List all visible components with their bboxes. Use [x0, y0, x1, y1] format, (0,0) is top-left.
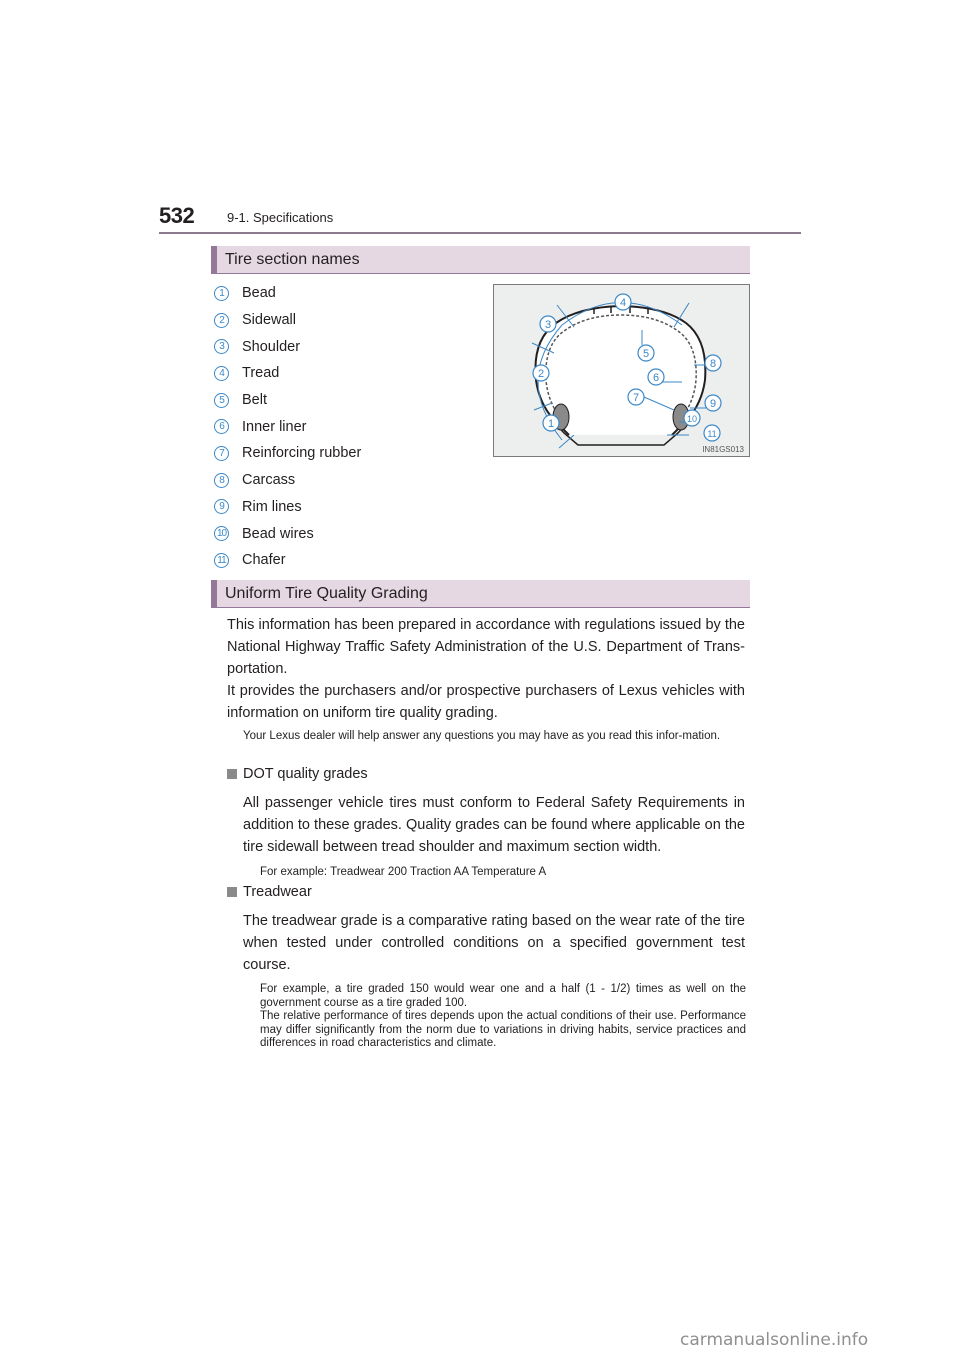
- svg-text:3: 3: [545, 319, 551, 331]
- callout-8: 8: [704, 354, 722, 372]
- list-item: 6 Inner liner: [214, 413, 361, 440]
- list-item-label: Bead wires: [242, 525, 314, 542]
- callout-9: 9: [704, 394, 722, 412]
- svg-text:9: 9: [710, 398, 716, 410]
- utqg-dealer-note: Your Lexus dealer will help answer any q…: [243, 730, 721, 742]
- list-item: 2 Sidewall: [214, 307, 361, 334]
- bullet-square-icon: [227, 769, 237, 779]
- diagram-code: IN81GS013: [702, 445, 744, 454]
- section-reference: 9-1. Specifications: [227, 210, 334, 225]
- svg-text:6: 6: [653, 372, 659, 384]
- page-number: 532: [159, 203, 195, 228]
- treadwear-performance-note: The relative performance of tires depend…: [260, 1010, 746, 1049]
- svg-text:5: 5: [643, 348, 649, 360]
- list-item: 10 Bead wires: [214, 520, 361, 547]
- section-heading-utqg: Uniform Tire Quality Grading: [211, 580, 750, 608]
- list-item-label: Reinforcing rubber: [242, 445, 362, 462]
- list-item: 4 Tread: [214, 360, 361, 387]
- section-heading-tire-names: Tire section names: [211, 246, 750, 274]
- number-badge-icon: 11: [214, 552, 229, 568]
- tire-cross-section-diagram: 1 2 3 4 5 6 7 8 9 10 11 IN81GS013: [493, 284, 750, 457]
- callout-10: 10: [683, 409, 701, 427]
- callout-11: 11: [703, 424, 721, 442]
- list-item: 1 Bead: [214, 280, 361, 307]
- list-item-label: Chafer: [242, 552, 286, 569]
- dot-grades-example: For example: Treadwear 200 Traction AA T…: [260, 866, 547, 878]
- number-badge-icon: 4: [214, 365, 229, 381]
- list-item-label: Rim lines: [242, 498, 302, 515]
- section-heading-label: Tire section names: [225, 251, 360, 268]
- list-item-label: Tread: [242, 365, 280, 382]
- number-badge-icon: 5: [214, 392, 229, 408]
- callout-6: 6: [647, 368, 665, 386]
- callout-1: 1: [542, 414, 560, 432]
- list-item: 7 Reinforcing rubber: [214, 440, 361, 467]
- dot-grades-paragraph: All passenger vehicle tires must conform…: [243, 795, 745, 855]
- callout-3: 3: [539, 315, 557, 333]
- watermark: carmanualsonline.info: [680, 1330, 869, 1350]
- utqg-intro-paragraph-1: This information has been prepared in ac…: [227, 617, 745, 677]
- tire-section-list: 1 Bead 2 Sidewall 3 Shoulder 4 Tread 5 Belt 6…: [214, 280, 361, 574]
- svg-text:1: 1: [548, 418, 554, 430]
- list-item-label: Shoulder: [242, 338, 301, 355]
- number-badge-icon: 2: [214, 312, 229, 328]
- number-badge-icon: 1: [214, 285, 229, 301]
- number-badge-icon: 8: [214, 472, 229, 488]
- svg-text:2: 2: [538, 368, 544, 380]
- subheading-label: Treadwear: [243, 884, 312, 900]
- svg-text:4: 4: [620, 297, 626, 309]
- list-item: 11 Chafer: [214, 547, 361, 574]
- number-badge-icon: 6: [214, 419, 229, 435]
- subheading-treadwear: Treadwear: [227, 884, 312, 900]
- utqg-intro-paragraph-2: It provides the purchasers and/or prospe…: [227, 683, 745, 721]
- bullet-square-icon: [227, 887, 237, 897]
- treadwear-paragraph: The treadwear grade is a comparative rat…: [243, 913, 745, 973]
- number-badge-icon: 9: [214, 499, 229, 515]
- number-badge-icon: 7: [214, 445, 229, 461]
- number-badge-icon: 3: [214, 339, 229, 355]
- list-item-label: Inner liner: [242, 418, 307, 435]
- svg-text:8: 8: [710, 358, 716, 370]
- callout-5: 5: [637, 344, 655, 362]
- treadwear-example-note: For example, a tire graded 150 would wea…: [260, 983, 746, 1009]
- list-item: 5 Belt: [214, 387, 361, 414]
- callout-2: 2: [532, 364, 550, 382]
- list-item-label: Belt: [242, 392, 267, 409]
- svg-text:7: 7: [633, 392, 639, 404]
- number-badge-icon: 10: [214, 526, 229, 542]
- section-heading-label: Uniform Tire Quality Grading: [225, 585, 428, 602]
- list-item: 9 Rim lines: [214, 494, 361, 521]
- list-item: 8 Carcass: [214, 467, 361, 494]
- callout-7: 7: [627, 388, 645, 406]
- header-divider: [159, 232, 801, 234]
- list-item-label: Sidewall: [242, 312, 296, 329]
- subheading-label: DOT quality grades: [243, 766, 368, 782]
- list-item-label: Carcass: [242, 472, 296, 489]
- svg-text:10: 10: [687, 414, 697, 424]
- tire-diagram-illustration: 1 2 3 4 5 6 7 8 9 10 11 IN81GS013: [531, 293, 745, 454]
- subheading-dot-quality-grades: DOT quality grades: [227, 766, 368, 782]
- svg-text:11: 11: [707, 429, 716, 439]
- list-item-label: Bead: [242, 285, 276, 302]
- callout-4: 4: [614, 293, 632, 311]
- list-item: 3 Shoulder: [214, 333, 361, 360]
